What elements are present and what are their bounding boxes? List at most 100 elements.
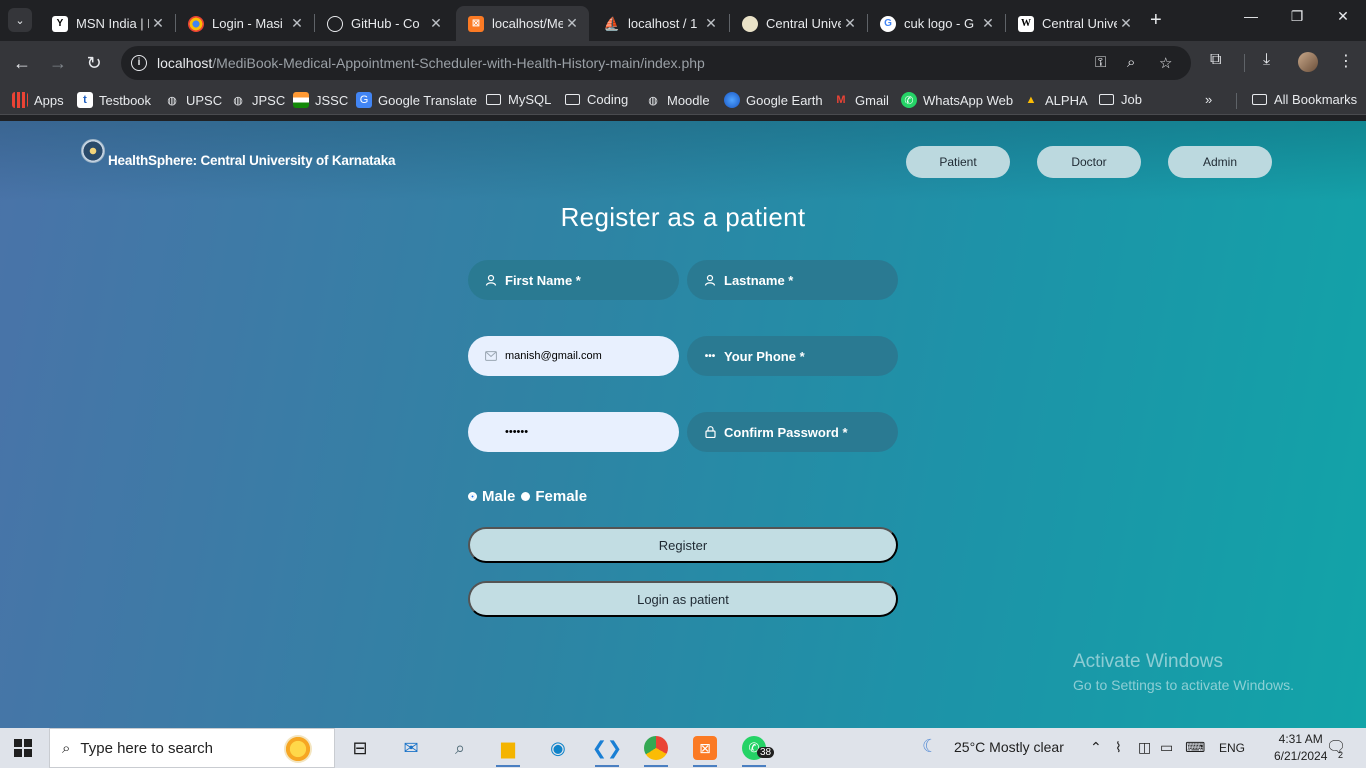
mail-icon[interactable]: ✉ bbox=[396, 733, 426, 763]
tab-google[interactable]: G cuk logo - G ✕ bbox=[868, 6, 1005, 41]
male-label[interactable]: Male bbox=[482, 488, 515, 505]
weather-text[interactable]: 25°C Mostly clear bbox=[954, 739, 1064, 755]
bookmark-moodle[interactable]: ◍ Moodle bbox=[645, 92, 709, 108]
windows-start-icon[interactable] bbox=[14, 739, 32, 757]
show-hidden-icons-icon[interactable]: ⌃ bbox=[1090, 739, 1102, 756]
password-field[interactable]: •••••• bbox=[468, 412, 679, 452]
forward-icon[interactable]: → bbox=[46, 51, 70, 75]
bookmark-jpsc[interactable]: ◍ JPSC bbox=[230, 92, 285, 108]
vscode-icon[interactable]: ❮❯ bbox=[592, 733, 622, 767]
address-bar[interactable]: i localhost/MediBook-Medical-Appointment… bbox=[121, 46, 1191, 80]
tab-title: GitHub - Co bbox=[351, 16, 420, 31]
tab-phpmyadmin[interactable]: ⛵ localhost / 1 ✕ bbox=[592, 6, 728, 41]
tab-msn[interactable]: Y MSN India | N ✕ bbox=[40, 6, 175, 41]
page-title: Register as a patient bbox=[560, 202, 806, 232]
profile-avatar[interactable] bbox=[1298, 52, 1318, 72]
bookmark-apps[interactable]: Apps bbox=[12, 92, 64, 108]
tab-login[interactable]: Login - Masi ✕ bbox=[176, 6, 314, 41]
bookmark-gmail[interactable]: M Gmail bbox=[833, 92, 889, 108]
task-view-icon[interactable]: ⊟ bbox=[345, 733, 375, 763]
search-highlight-icon[interactable] bbox=[284, 735, 312, 763]
first-name-field[interactable]: First Name * bbox=[468, 260, 679, 300]
search-icon: ⌕ bbox=[62, 739, 71, 757]
xampp-taskbar-icon[interactable]: ⊠ bbox=[690, 733, 720, 767]
close-tab-icon[interactable]: ✕ bbox=[563, 15, 581, 32]
back-icon[interactable]: ← bbox=[10, 51, 34, 75]
download-icon[interactable]: ⤓ bbox=[1263, 51, 1270, 69]
bookmark-star-icon[interactable]: ☆ bbox=[1159, 54, 1172, 72]
confirm-password-field[interactable]: Confirm Password * bbox=[687, 412, 898, 452]
keyboard-icon[interactable]: ⌨ bbox=[1185, 739, 1205, 756]
zoom-icon[interactable]: ⌕ bbox=[1127, 54, 1135, 71]
close-tab-icon[interactable]: ✕ bbox=[702, 15, 720, 32]
close-tab-icon[interactable]: ✕ bbox=[288, 15, 306, 32]
tab-search-button[interactable]: ⌄ bbox=[8, 8, 32, 32]
restore-icon[interactable]: ❐ bbox=[1282, 8, 1312, 25]
minimize-icon[interactable]: — bbox=[1236, 8, 1266, 24]
site-info-icon[interactable]: i bbox=[131, 55, 147, 71]
password-key-icon[interactable]: ⚿ bbox=[1095, 54, 1106, 71]
chrome-taskbar-icon[interactable] bbox=[641, 733, 671, 767]
bookmarks-overflow-icon[interactable]: » bbox=[1205, 92, 1212, 107]
close-window-icon[interactable]: ✕ bbox=[1328, 8, 1358, 25]
system-clock[interactable]: 4:31 AM 6/21/2024 bbox=[1274, 731, 1327, 765]
tab-cuk[interactable]: Central Unive ✕ bbox=[730, 6, 867, 41]
bookmark-google-translate[interactable]: G Google Translate bbox=[356, 92, 477, 108]
bookmark-folder-coding[interactable]: Coding bbox=[565, 92, 628, 107]
edge-icon[interactable]: ◉ bbox=[543, 733, 573, 763]
reload-icon[interactable]: ↻ bbox=[82, 51, 106, 75]
bookmark-folder-job[interactable]: Job bbox=[1099, 92, 1142, 107]
notifications-icon[interactable]: 🗨 bbox=[1326, 737, 1346, 757]
tab-wikipedia[interactable]: W Central Unive ✕ bbox=[1006, 6, 1143, 41]
all-bookmarks[interactable]: All Bookmarks bbox=[1252, 92, 1357, 107]
female-radio[interactable] bbox=[521, 492, 531, 501]
last-name-field[interactable]: Lastname * bbox=[687, 260, 898, 300]
nav-patient-button[interactable]: Patient bbox=[906, 146, 1010, 178]
folder-icon bbox=[486, 94, 501, 105]
tab-title: Login - Masi bbox=[212, 16, 283, 31]
site-brand[interactable]: HealthSphere: Central University of Karn… bbox=[108, 153, 396, 168]
menu-dots-icon[interactable]: ⋮ bbox=[1338, 51, 1354, 71]
close-tab-icon[interactable]: ✕ bbox=[427, 15, 445, 32]
email-field[interactable]: manish@gmail.com bbox=[468, 336, 679, 376]
bookmark-google-earth[interactable]: Google Earth bbox=[724, 92, 823, 108]
new-tab-button[interactable]: + bbox=[1150, 9, 1162, 32]
bookmark-testbook[interactable]: t Testbook bbox=[77, 92, 151, 108]
bookmark-jssc[interactable]: JSSC bbox=[293, 92, 348, 108]
tab-strip: ⌄ Y MSN India | N ✕ Login - Masi ✕ GitHu… bbox=[0, 0, 1366, 41]
tab-github[interactable]: GitHub - Co ✕ bbox=[315, 6, 453, 41]
login-as-patient-button[interactable]: Login as patient bbox=[468, 581, 898, 617]
extensions-icon[interactable]: ⧉ bbox=[1210, 51, 1221, 69]
bookmark-folder-mysql[interactable]: MySQL bbox=[486, 92, 551, 107]
language-indicator[interactable]: ENG bbox=[1219, 741, 1245, 755]
magnifier-app-icon[interactable]: ⌕ bbox=[445, 733, 475, 763]
weather-icon[interactable]: ☾ bbox=[922, 736, 938, 757]
male-radio[interactable] bbox=[468, 492, 477, 501]
bookmark-upsc[interactable]: ◍ UPSC bbox=[164, 92, 222, 108]
volume-icon[interactable]: ◫ bbox=[1138, 739, 1151, 756]
browser-toolbar: ← → ↻ i localhost/MediBook-Medical-Appoi… bbox=[0, 41, 1366, 85]
battery-icon[interactable]: ▭ bbox=[1160, 739, 1173, 756]
file-explorer-icon[interactable]: ▆ bbox=[493, 733, 523, 767]
close-tab-icon[interactable]: ✕ bbox=[149, 15, 167, 32]
bookmark-alpha[interactable]: ▲ ALPHA bbox=[1023, 92, 1088, 108]
bookmark-whatsapp[interactable]: ✆ WhatsApp Web bbox=[901, 92, 1013, 108]
female-label[interactable]: Female bbox=[535, 488, 587, 505]
notification-count: 2 bbox=[1338, 750, 1344, 760]
lock-icon bbox=[703, 425, 717, 439]
cuk-icon bbox=[742, 15, 758, 32]
register-button[interactable]: Register bbox=[468, 527, 898, 563]
nav-admin-button[interactable]: Admin bbox=[1168, 146, 1272, 178]
clock-date: 6/21/2024 bbox=[1274, 749, 1328, 763]
phone-field[interactable]: ••• Your Phone * bbox=[687, 336, 898, 376]
university-logo bbox=[81, 139, 105, 163]
nav-doctor-button[interactable]: Doctor bbox=[1037, 146, 1141, 178]
close-tab-icon[interactable]: ✕ bbox=[979, 15, 997, 32]
earth-icon bbox=[724, 92, 740, 108]
close-tab-icon[interactable]: ✕ bbox=[1117, 15, 1135, 32]
tab-localhost-active[interactable]: ⊠ localhost/Me ✕ bbox=[456, 6, 589, 41]
network-icon[interactable]: ⌇ bbox=[1115, 739, 1122, 756]
url-text[interactable]: localhost/MediBook-Medical-Appointment-S… bbox=[157, 55, 705, 71]
taskbar-search-box[interactable]: ⌕ Type here to search bbox=[49, 728, 335, 768]
close-tab-icon[interactable]: ✕ bbox=[841, 15, 859, 32]
